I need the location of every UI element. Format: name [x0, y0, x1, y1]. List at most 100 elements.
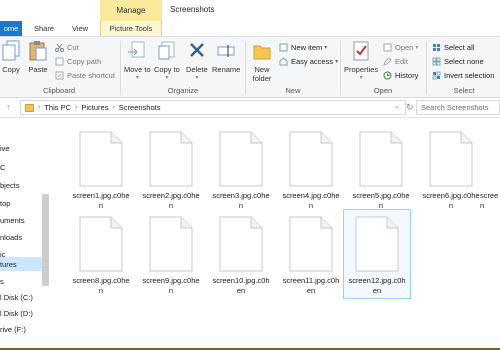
nav-item-this-pc[interactable]: C	[0, 160, 42, 174]
select-none-label: Select none	[444, 57, 484, 66]
file-item-selected[interactable]: screen12.jpg.c0h en	[343, 209, 411, 299]
file-item[interactable]: screen4.jpg.c0he n	[276, 127, 346, 219]
file-item[interactable]: screen11.jpg.c0h en	[276, 212, 346, 304]
new-folder-icon	[252, 40, 272, 62]
delete-dropdown-icon: ▾	[195, 75, 199, 81]
file-item[interactable]: screen1.jpg.c0he n	[66, 127, 136, 219]
rename-button[interactable]: Rename	[212, 40, 240, 74]
file-item[interactable]: screen9.jpg.c0he n	[136, 212, 206, 304]
file-name: screen1.jpg.c0he n	[72, 191, 130, 210]
search-placeholder: Search Screenshots	[421, 103, 489, 112]
delete-label: Delete	[186, 65, 208, 74]
edit-button[interactable]: Edit	[383, 56, 408, 67]
delete-button[interactable]: Delete ▾	[186, 40, 208, 83]
nav-item-documents[interactable]: uments	[0, 213, 42, 227]
breadcrumb-this-pc[interactable]: This PC	[44, 103, 71, 112]
paste-shortcut-icon	[55, 71, 64, 80]
file-name: screen8.jpg.c0he n	[72, 276, 130, 295]
history-icon	[383, 71, 392, 80]
tab-picture-tools[interactable]: Picture Tools	[100, 21, 162, 36]
nav-item-drive-f[interactable]: rive (F:)	[0, 322, 42, 336]
file-name: screen	[480, 191, 499, 210]
select-all-label: Select all	[444, 43, 475, 52]
new-folder-label: New folder	[252, 65, 272, 83]
search-input[interactable]: Search Screenshots	[416, 100, 500, 115]
chevron-right-icon: ›	[38, 104, 41, 111]
ribbon-separator	[120, 41, 121, 95]
navigation-pane: ive C bjects top uments nloads ic tures …	[0, 119, 50, 348]
up-arrow-icon[interactable]: ↑	[6, 102, 11, 112]
tab-share[interactable]: Share	[30, 21, 58, 36]
file-item[interactable]: screen10.jpg.c0h en	[206, 212, 276, 304]
easy-access-button[interactable]: Easy access ▾	[279, 56, 338, 67]
nav-item-3d-objects[interactable]: bjects	[0, 178, 42, 192]
paste-button[interactable]: Paste	[28, 40, 48, 74]
nav-item-pictures[interactable]: tures	[0, 257, 42, 271]
move-to-button[interactable]: Move to ▾	[124, 40, 151, 83]
nav-item-videos[interactable]: s	[0, 274, 42, 288]
file-name: screen9.jpg.c0he n	[142, 276, 200, 295]
address-dropdown-icon[interactable]: ⌄	[394, 102, 400, 110]
file-icon	[219, 216, 263, 272]
invert-selection-label: Invert selection	[444, 71, 495, 80]
open-dropdown-icon: ▾	[415, 45, 419, 51]
tab-home[interactable]: ome	[0, 21, 22, 36]
new-group-label: New	[285, 86, 301, 95]
open-button[interactable]: Open ▾	[383, 42, 418, 53]
new-item-button[interactable]: New item ▾	[279, 42, 327, 53]
file-name: screen11.jpg.c0h en	[282, 276, 340, 295]
file-name: screen6.jpg.c0he n	[422, 191, 480, 210]
file-item[interactable]: screen6.jpg.c0he n	[416, 127, 486, 219]
copy-button[interactable]: Copy	[1, 40, 21, 74]
nav-item-local-disk-d[interactable]: l Disk (D:)	[0, 306, 42, 320]
manage-context-tab[interactable]: Manage	[100, 0, 162, 21]
file-item[interactable]: screen3.jpg.c0he n	[206, 127, 276, 219]
copy-to-icon	[157, 40, 177, 62]
copy-to-label: Copy to	[154, 65, 180, 74]
nav-item-onedrive[interactable]: ive	[0, 141, 42, 155]
new-item-dropdown-icon: ▾	[324, 45, 328, 51]
file-name: screen4.jpg.c0he n	[282, 191, 340, 210]
refresh-icon[interactable]: ↻	[406, 102, 414, 113]
copy-path-icon	[55, 57, 64, 66]
file-icon	[359, 131, 403, 187]
invert-selection-button[interactable]: Invert selection	[432, 70, 494, 81]
nav-scrollbar[interactable]	[42, 194, 49, 286]
nav-item-downloads[interactable]: nloads	[0, 230, 42, 244]
file-icon	[149, 131, 193, 187]
new-folder-button[interactable]: New folder	[249, 40, 275, 83]
copy-icon	[1, 40, 21, 62]
file-name: screen3.jpg.c0he n	[212, 191, 270, 210]
copy-path-button[interactable]: Copy path	[55, 56, 101, 67]
nav-item-local-disk-c[interactable]: l Disk (C:)	[0, 290, 42, 304]
file-icon	[79, 131, 123, 187]
cut-button[interactable]: Cut	[55, 42, 79, 53]
paste-shortcut-label: Paste shortcut	[67, 71, 115, 80]
file-icon	[429, 131, 473, 187]
nav-item-desktop[interactable]: top	[0, 196, 42, 210]
file-item[interactable]: screen5.jpg.c0he n	[346, 127, 416, 219]
easy-access-label: Easy access	[291, 57, 334, 66]
copy-to-button[interactable]: Copy to ▾	[154, 40, 180, 83]
breadcrumb-pictures[interactable]: Pictures	[81, 103, 108, 112]
clipboard-group-label: Clipboard	[42, 86, 76, 95]
scissors-icon	[55, 43, 64, 52]
history-button[interactable]: History	[383, 70, 418, 81]
move-to-label: Move to	[124, 65, 151, 74]
address-bar[interactable]: › This PC › Pictures › Screenshots	[20, 100, 406, 115]
tab-view[interactable]: View	[66, 21, 94, 36]
select-none-button[interactable]: Select none	[432, 56, 484, 67]
open-label: Open	[395, 43, 414, 52]
paste-shortcut-button[interactable]: Paste shortcut	[55, 70, 115, 81]
breadcrumb-screenshots[interactable]: Screenshots	[119, 103, 161, 112]
file-item[interactable]: screen2.jpg.c0he n	[136, 127, 206, 219]
file-item[interactable]: screen	[480, 127, 500, 219]
properties-button[interactable]: Properties ▾	[344, 40, 378, 83]
file-name: screen5.jpg.c0he n	[352, 191, 410, 210]
invert-selection-icon	[432, 71, 441, 80]
cut-label: Cut	[67, 43, 79, 52]
address-bar-row: ↑ › This PC › Pictures › Screenshots ⌄ ↻…	[0, 98, 500, 118]
file-item[interactable]: screen8.jpg.c0he n	[66, 212, 136, 304]
easy-access-dropdown-icon: ▾	[335, 59, 339, 65]
select-all-button[interactable]: Select all	[432, 42, 474, 53]
